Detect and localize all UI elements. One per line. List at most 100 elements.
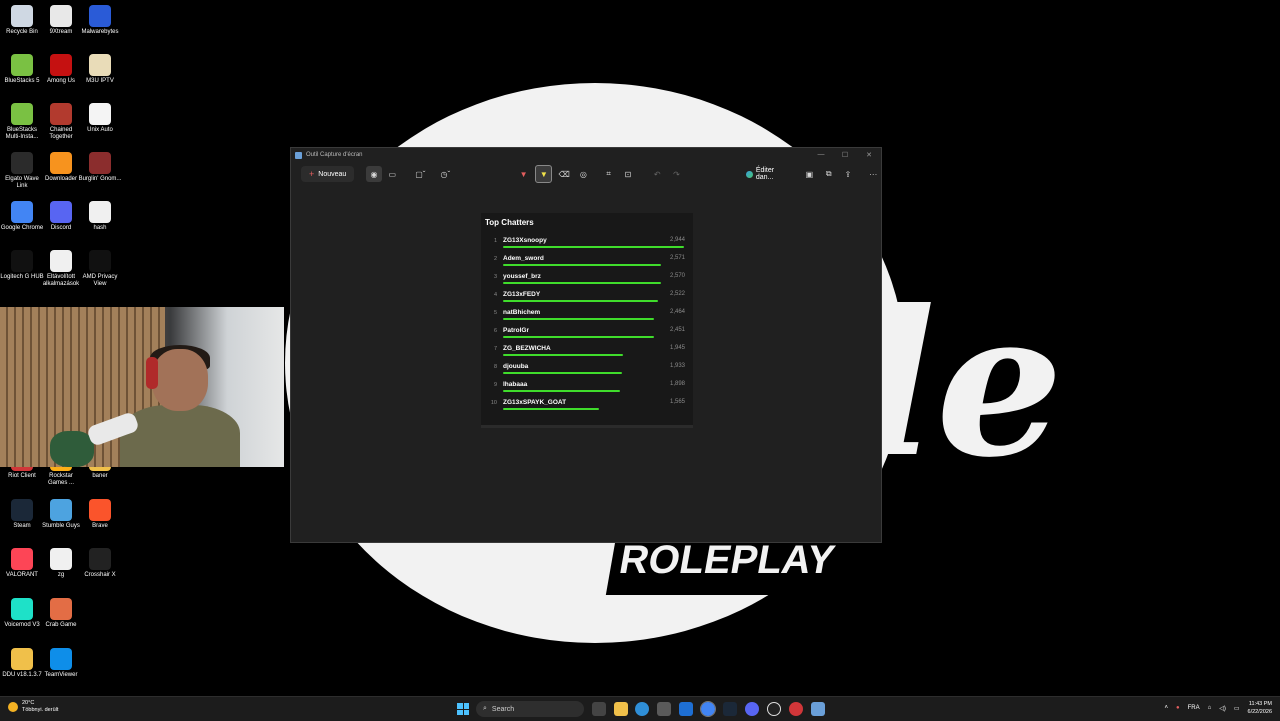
chrome-taskbar-icon[interactable] (700, 701, 716, 717)
desktop-shortcut[interactable]: Among Us (39, 54, 83, 85)
video-mode-button[interactable]: ▭ (385, 166, 400, 182)
desktop-shortcut[interactable]: hash (78, 201, 122, 232)
screenshot-mode-button[interactable]: ◉ (366, 166, 382, 182)
chatter-name: ZG13xSPAYK_GOAT (503, 399, 567, 406)
share-button[interactable]: ⇪ (840, 166, 855, 182)
chatter-name: Adem_sword (503, 255, 544, 262)
desktop-shortcut[interactable]: BlueStacks Multi-Insta... (0, 103, 44, 141)
chatter-rank: 6 (493, 328, 497, 334)
chatter-name: djouuba (503, 363, 529, 370)
desktop-shortcut[interactable]: AMD Privacy View (78, 250, 122, 288)
chatter-bar (503, 390, 620, 392)
minimize-button[interactable]: — (809, 151, 833, 159)
desktop-shortcut[interactable]: Crosshair X (78, 548, 122, 579)
desktop-shortcut[interactable]: Crab Game (39, 598, 83, 629)
new-snip-button[interactable]: + Nouveau (301, 166, 355, 182)
desktop-shortcut[interactable]: zg (39, 548, 83, 579)
volume-icon[interactable]: ◁) (1219, 705, 1226, 712)
store-icon[interactable] (657, 702, 671, 716)
desktop-shortcut[interactable]: Downloader (39, 152, 83, 183)
top-chatters-title: Top Chatters (485, 218, 534, 227)
discord-taskbar-icon[interactable] (745, 702, 759, 716)
downloader-icon (50, 152, 72, 174)
desktop-shortcut-label: Malwarebytes (81, 29, 119, 35)
chatter-row: 6 PatrolGr 2,451 (481, 325, 693, 343)
clock[interactable]: 11:43 PM 6/22/2026 (1248, 700, 1272, 716)
desktop-shortcut[interactable]: Elgato Wave Link (0, 152, 44, 190)
microphone-icon[interactable]: ● (1176, 705, 1180, 711)
start-button[interactable] (457, 703, 469, 715)
text-actions-button[interactable]: ⊡ (620, 166, 635, 182)
chatter-count: 2,464 (669, 309, 685, 315)
close-button[interactable]: ✕ (857, 151, 881, 159)
chatter-rank: 8 (493, 364, 497, 370)
undo-icon: ↶ (653, 169, 661, 179)
obs-taskbar-icon[interactable] (767, 702, 781, 716)
shapes-icon: ◎ (579, 169, 587, 179)
crop-button[interactable]: ⌗ (601, 166, 616, 182)
chatter-row: 8 djouuba 1,933 (481, 361, 693, 379)
snip-shape-dropdown[interactable]: ▢ˇ (410, 166, 431, 182)
desktop-shortcut[interactable]: Google Chrome (0, 201, 44, 232)
redo-button[interactable]: ↷ (669, 166, 684, 182)
undo-button[interactable]: ↶ (650, 166, 665, 182)
chatter-count: 2,522 (669, 291, 685, 297)
edit-in-app-button[interactable]: Éditer dan... (746, 167, 792, 181)
among-us-icon (50, 54, 72, 76)
recycle-bin-icon (11, 5, 33, 27)
chevron-up-icon[interactable]: ˄ (1164, 705, 1168, 711)
steam-taskbar-icon[interactable] (723, 702, 737, 716)
desktop-shortcut-label: Riot Client (8, 473, 36, 479)
taskbar-search[interactable]: ⌕ Search (476, 701, 584, 717)
mail-icon[interactable] (679, 702, 693, 716)
desktop-shortcut[interactable]: DDU v18.1.3.7 (0, 648, 44, 679)
language-indicator[interactable]: FRA (1188, 705, 1200, 711)
shapes-button[interactable]: ◎ (576, 166, 591, 182)
more-options-button[interactable]: ··· (866, 166, 881, 182)
weather-widget[interactable]: 20°C Többnyi. derült (8, 700, 58, 714)
desktop-shortcut[interactable]: 9Xtream (39, 5, 83, 36)
file-explorer-icon[interactable] (614, 702, 628, 716)
desktop-shortcut[interactable]: Chained Together (39, 103, 83, 141)
battery-icon[interactable]: ▭ (1234, 705, 1240, 712)
desktop-shortcut-label: BlueStacks 5 (4, 78, 40, 84)
delay-dropdown[interactable]: ◷ˇ (435, 166, 456, 182)
desktop-shortcut[interactable]: Voicemod V3 (0, 598, 44, 629)
desktop-shortcut[interactable]: BlueStacks 5 (0, 54, 44, 85)
eraser-button[interactable]: ⌫ (556, 166, 571, 182)
chatter-name: ZG13Xsnoopy (503, 237, 547, 244)
desktop-shortcut[interactable]: Malwarebytes (78, 5, 122, 36)
desktop-shortcut[interactable]: M3U IPTV (78, 54, 122, 85)
desktop-shortcut[interactable]: Burglin' Gnom... (78, 152, 122, 183)
desktop-shortcut-label: Elgato Wave Link (5, 176, 39, 189)
desktop-shortcut[interactable]: Eltávolított alkalmazások (39, 250, 83, 288)
taskbar: 20°C Többnyi. derült ⌕ Search ˄ ● FRA ⌂ … (0, 696, 1280, 721)
desktop-shortcut[interactable]: Brave (78, 499, 122, 530)
chatter-rank: 3 (493, 274, 497, 280)
ballpoint-pen-button[interactable]: ▼ (516, 166, 531, 182)
desktop-shortcut[interactable]: VALORANT (0, 548, 44, 579)
crosshair-taskbar-icon[interactable] (789, 702, 803, 716)
desktop-shortcut[interactable]: Discord (39, 201, 83, 232)
desktop-shortcut[interactable]: Recycle Bin (0, 5, 44, 36)
copy-button[interactable]: ⧉ (821, 166, 836, 182)
chatter-rank: 2 (493, 256, 497, 262)
camera-icon: ◉ (370, 169, 378, 179)
maximize-button[interactable]: ☐ (833, 151, 857, 159)
desktop-shortcut[interactable]: TeamViewer (39, 648, 83, 679)
network-icon[interactable]: ⌂ (1208, 705, 1212, 711)
highlighter-button[interactable]: ▼ (535, 165, 553, 183)
snipping-tool-taskbar-icon[interactable] (811, 702, 825, 716)
chatter-count: 2,944 (669, 237, 685, 243)
desktop-shortcut-label: 9Xtream (49, 29, 73, 35)
desktop-shortcut[interactable]: Logitech G HUB (0, 250, 44, 281)
save-button[interactable]: ▣ (802, 166, 817, 182)
chatter-count: 1,565 (669, 399, 685, 405)
chatter-count: 2,571 (669, 255, 685, 261)
edge-taskbar-icon[interactable] (635, 702, 649, 716)
desktop-shortcut[interactable]: Steam (0, 499, 44, 530)
task-view-icon[interactable] (592, 702, 606, 716)
desktop-shortcut[interactable]: Unix Auto (78, 103, 122, 134)
desktop-shortcut[interactable]: Stumble Guys (39, 499, 83, 530)
window-titlebar[interactable]: Outil Capture d'écran — ☐ ✕ (291, 148, 881, 162)
